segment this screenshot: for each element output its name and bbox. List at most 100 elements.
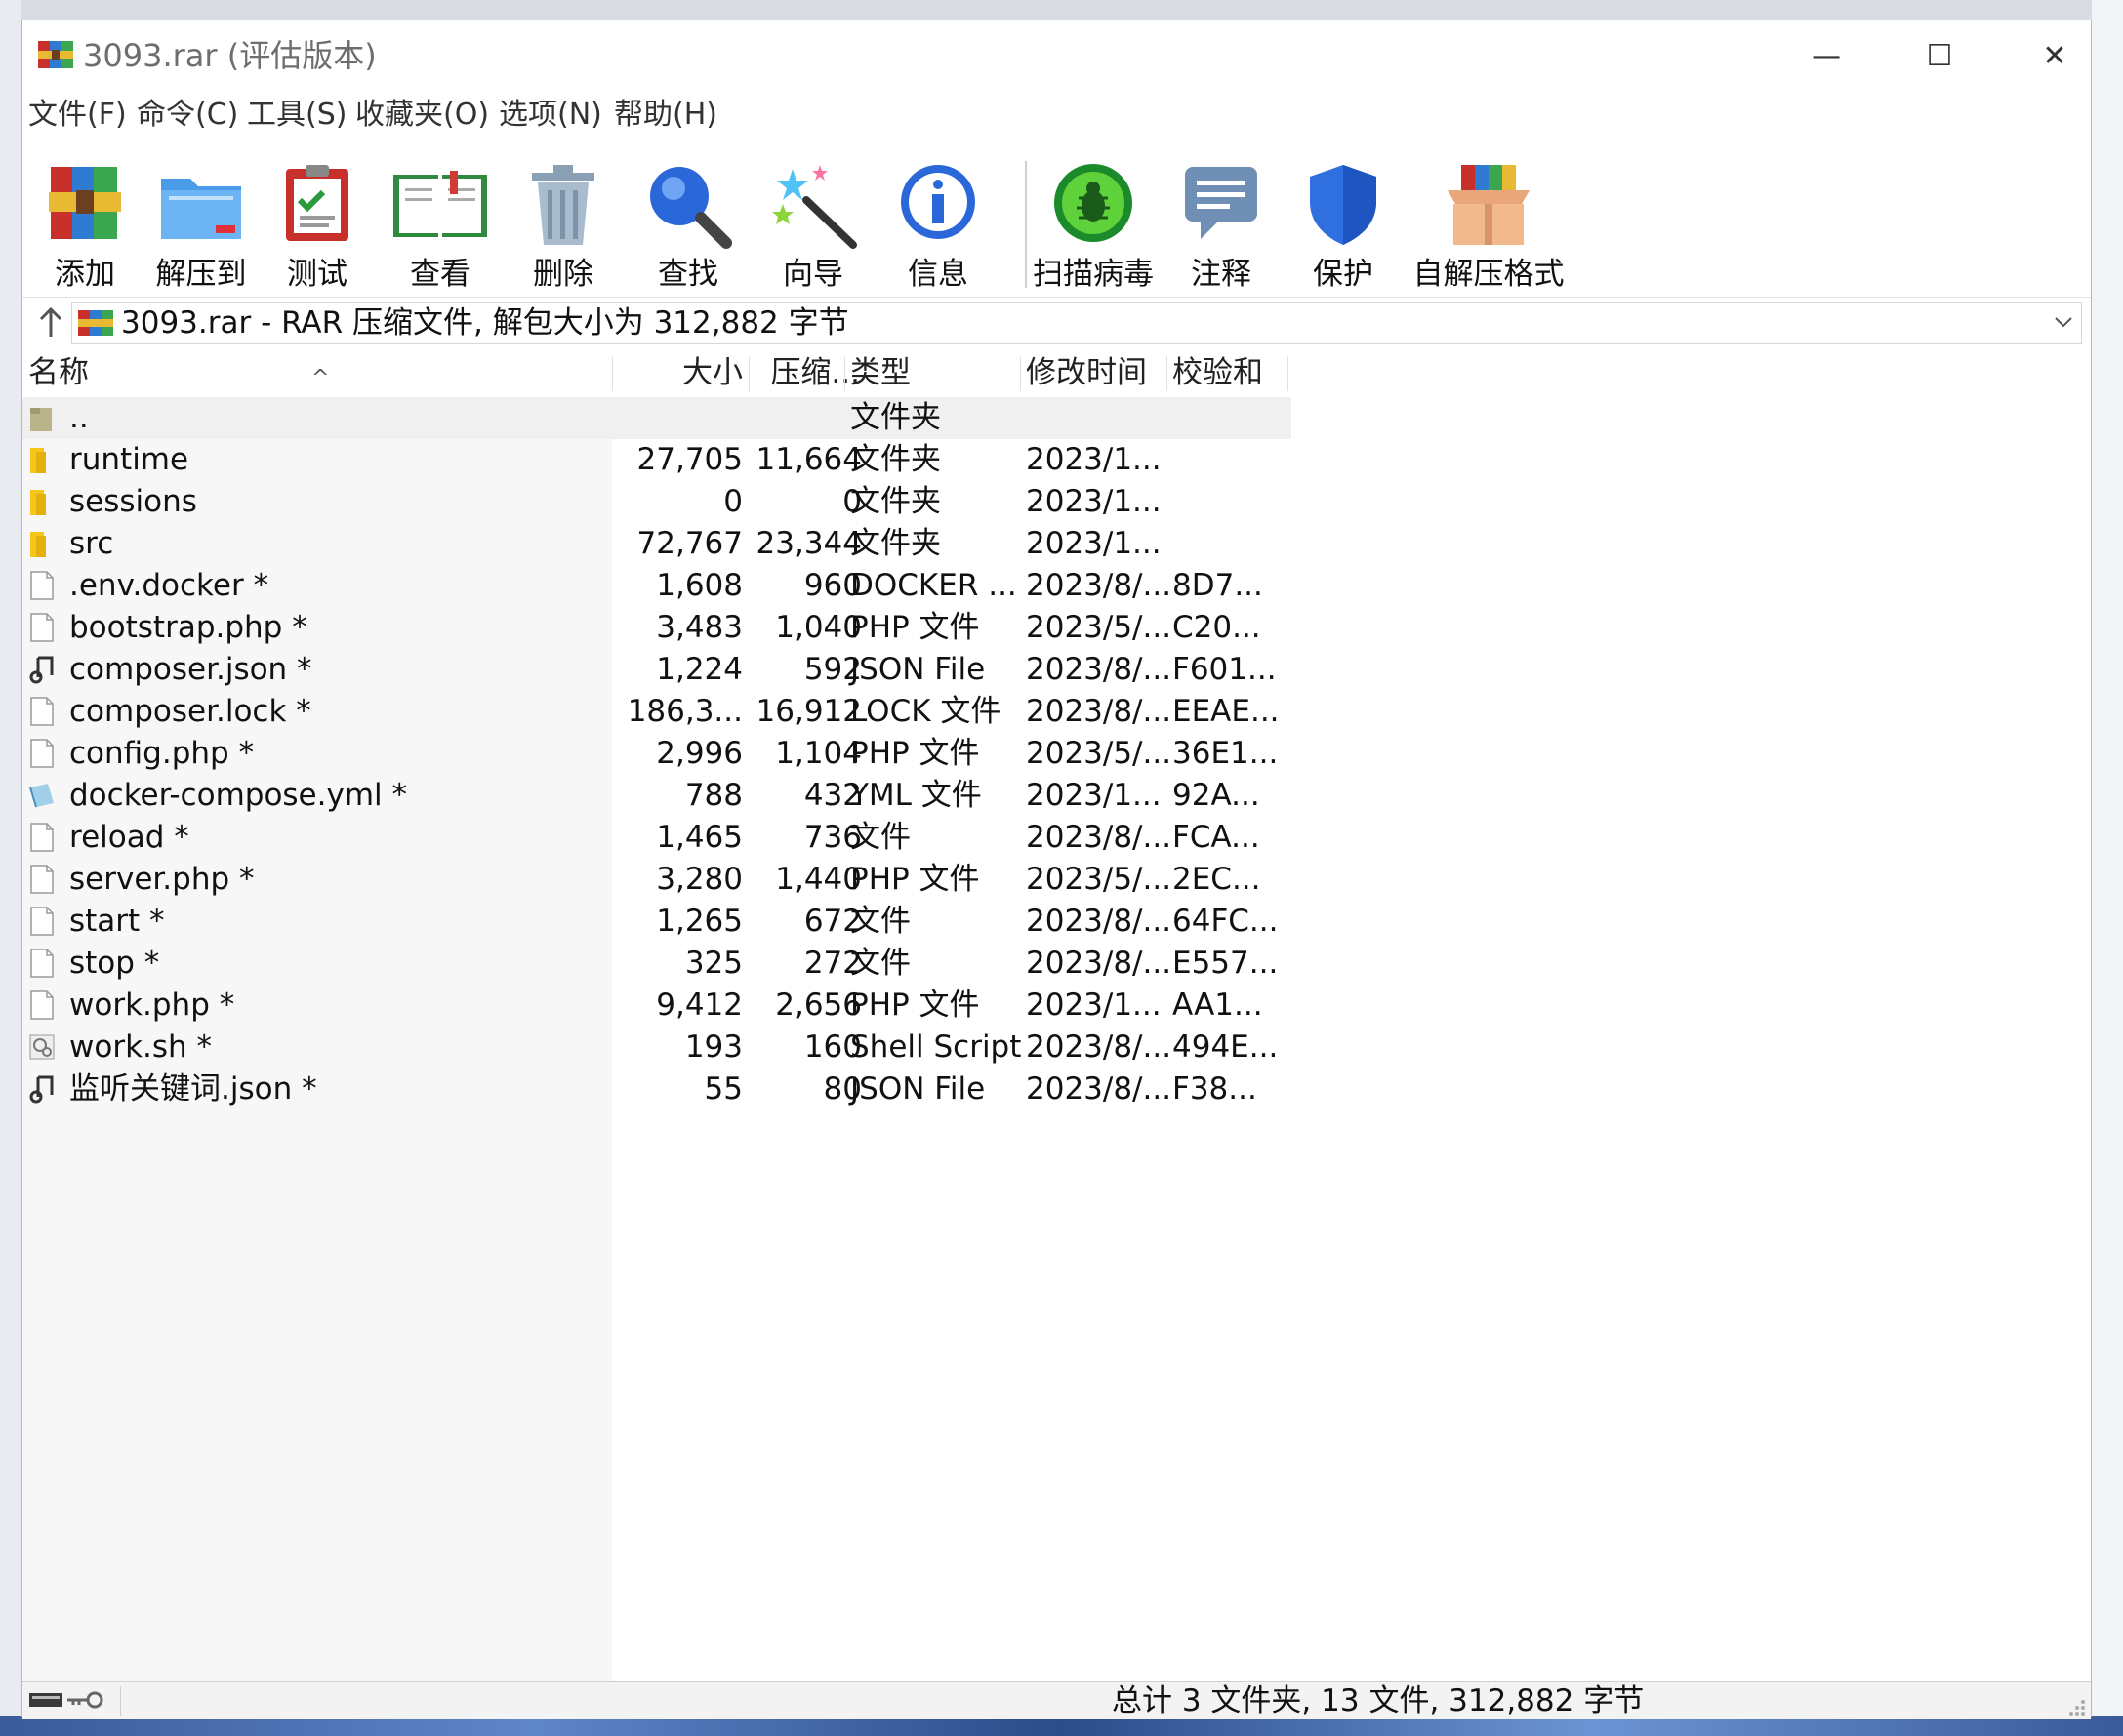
file-modified: 2023/8/... [1026, 904, 1172, 939]
file-size: 1,265 [656, 904, 743, 939]
file-row[interactable]: 监听关键词.json * 55 80 JSON File 2023/8/... F38..… [22, 1069, 1291, 1110]
file-packed-size: 2,656 [775, 988, 862, 1023]
header-separator[interactable] [749, 356, 750, 391]
file-type: 文件夹 [850, 526, 941, 561]
file-row[interactable]: src 72,767 23,344 文件夹 2023/1... [22, 523, 1291, 565]
address-text: 3093.rar - RAR 压缩文件, 解包大小为 312,882 字节 [121, 305, 849, 341]
tool-comment-button[interactable]: 注释 [1168, 141, 1274, 296]
json-file-icon [29, 656, 54, 684]
file-name: config.php * [69, 736, 255, 771]
minimize-button[interactable]: — [1770, 20, 1883, 91]
file-size: 788 [684, 778, 743, 813]
tool-wizard-button[interactable]: 向导 [760, 141, 866, 296]
chevron-down-icon[interactable] [2052, 310, 2075, 334]
tool-extract-button[interactable]: 解压到 [142, 141, 261, 296]
file-row[interactable]: work.php * 9,412 2,656 PHP 文件 2023/1... AA1..… [22, 985, 1291, 1027]
file-crc: 92A... [1172, 778, 1260, 813]
file-crc: C20... [1172, 610, 1261, 645]
menu-help[interactable]: 帮助(H) [614, 91, 717, 140]
file-type: 文件 [850, 820, 911, 855]
file-modified: 2023/5/... [1026, 862, 1172, 897]
tool-info-button[interactable]: 信息 [885, 141, 991, 296]
column-header-modified[interactable]: 修改时间 [1026, 348, 1147, 397]
resize-grip-icon[interactable] [2067, 1698, 2087, 1717]
menu-options[interactable]: 选项(N) [499, 91, 602, 140]
file-name: .env.docker * [69, 568, 269, 603]
menu-commands[interactable]: 命令(C) [137, 91, 238, 140]
header-separator[interactable] [844, 356, 845, 391]
file-size: 9,412 [656, 988, 743, 1023]
file-crc: 494E... [1172, 1029, 1279, 1065]
tool-protect-button[interactable]: 保护 [1289, 141, 1397, 296]
file-row[interactable]: composer.lock * 186,3... 16,912 LOCK 文件 2023… [22, 691, 1291, 733]
file-crc: FCA... [1172, 820, 1260, 855]
title-bar[interactable]: 3093.rar (评估版本) — ☐ ✕ [22, 20, 2091, 91]
file-row[interactable]: work.sh * 193 160 Shell Script 2023/8/... 494… [22, 1027, 1291, 1069]
tool-view-button[interactable]: 查看 [386, 141, 495, 296]
file-row[interactable]: reload * 1,465 736 文件 2023/8/... FCA... [22, 817, 1291, 859]
file-row[interactable]: composer.json * 1,224 592 JSON File 2023/8/.… [22, 649, 1291, 691]
file-name: 监听关键词.json * [69, 1071, 317, 1107]
header-separator[interactable] [1166, 356, 1167, 391]
drive-icon [29, 1693, 62, 1707]
header-separator[interactable] [612, 356, 613, 391]
file-row[interactable]: config.php * 2,996 1,104 PHP 文件 2023/5/... 36… [22, 733, 1291, 775]
column-header-name[interactable]: 名称 ^ [28, 348, 438, 397]
file-row[interactable]: runtime 27,705 11,664 文件夹 2023/1... [22, 439, 1291, 481]
file-type: LOCK 文件 [850, 694, 1001, 729]
json-file-icon [29, 1075, 54, 1104]
file-row[interactable]: server.php * 3,280 1,440 PHP 文件 2023/5/... 2E… [22, 859, 1291, 901]
file-packed-size: 592 [803, 652, 862, 687]
close-button[interactable]: ✕ [1998, 20, 2111, 91]
info-icon [901, 165, 975, 239]
header-separator[interactable] [1020, 356, 1021, 391]
trash-bin-icon [532, 165, 594, 245]
column-header-name-label: 名称 [28, 355, 89, 390]
minimize-icon: — [1812, 38, 1841, 73]
column-header-crc[interactable]: 校验和 [1172, 348, 1263, 397]
sort-ascending-icon: ^ [311, 366, 330, 390]
address-bar: 3093.rar - RAR 压缩文件, 解包大小为 312,882 字节 [22, 297, 2091, 349]
desktop-background-left [0, 0, 21, 1736]
file-name: server.php * [69, 862, 255, 897]
file-crc: AA1... [1172, 988, 1263, 1023]
file-modified: 2023/5/... [1026, 736, 1172, 771]
file-packed-size: 23,344 [755, 526, 862, 561]
file-row[interactable]: docker-compose.yml * 788 432 YML 文件 2023/1..… [22, 775, 1291, 817]
file-name: start * [69, 904, 165, 939]
file-packed-size: 272 [803, 946, 862, 981]
file-row[interactable]: start * 1,265 672 文件 2023/8/... 64FC... [22, 901, 1291, 943]
maximize-button[interactable]: ☐ [1883, 20, 1996, 91]
file-type: PHP 文件 [850, 736, 980, 771]
menu-file[interactable]: 文件(F) [28, 91, 127, 140]
address-field[interactable]: 3093.rar - RAR 压缩文件, 解包大小为 312,882 字节 [71, 302, 2082, 344]
file-row[interactable]: .. 文件夹 [22, 397, 1291, 439]
tool-find-button[interactable]: 查找 [635, 141, 741, 296]
tool-wizard-label: 向导 [783, 257, 843, 292]
header-separator[interactable] [1287, 356, 1288, 391]
tool-virus-scan-button[interactable]: 扫描病毒 [1032, 141, 1155, 296]
file-type: PHP 文件 [850, 610, 980, 645]
comment-icon [1185, 167, 1257, 239]
tool-delete-button[interactable]: 删除 [510, 141, 616, 296]
tool-add-button[interactable]: 添加 [32, 141, 138, 296]
file-crc: 36E1... [1172, 736, 1279, 771]
menu-tools[interactable]: 工具(S) [247, 91, 347, 140]
column-header-type[interactable]: 类型 [850, 348, 911, 397]
tool-test-button[interactable]: 测试 [268, 141, 366, 296]
up-arrow-icon[interactable] [36, 305, 65, 341]
file-row[interactable]: sessions 0 0 文件夹 2023/1... [22, 481, 1291, 523]
tool-add-label: 添加 [55, 257, 115, 292]
tool-sfx-label: 自解压格式 [1412, 257, 1565, 292]
tool-sfx-button[interactable]: 自解压格式 [1407, 141, 1571, 296]
file-packed-size: 432 [803, 778, 862, 813]
file-size: 186,3... [627, 694, 743, 729]
file-modified: 2023/1... [1026, 526, 1162, 561]
status-summary: 总计 3 文件夹, 13 文件, 312,882 字节 [1112, 1683, 1645, 1718]
file-row[interactable]: .env.docker * 1,608 960 DOCKER ... 2023/8/..… [22, 565, 1291, 607]
file-row[interactable]: bootstrap.php * 3,483 1,040 PHP 文件 2023/5/..… [22, 607, 1291, 649]
file-row[interactable]: stop * 325 272 文件 2023/8/... E557... [22, 943, 1291, 985]
menu-favorites[interactable]: 收藏夹(O) [355, 91, 489, 140]
column-header-size[interactable]: 大小 [618, 348, 743, 397]
file-modified: 2023/8/... [1026, 1029, 1172, 1065]
